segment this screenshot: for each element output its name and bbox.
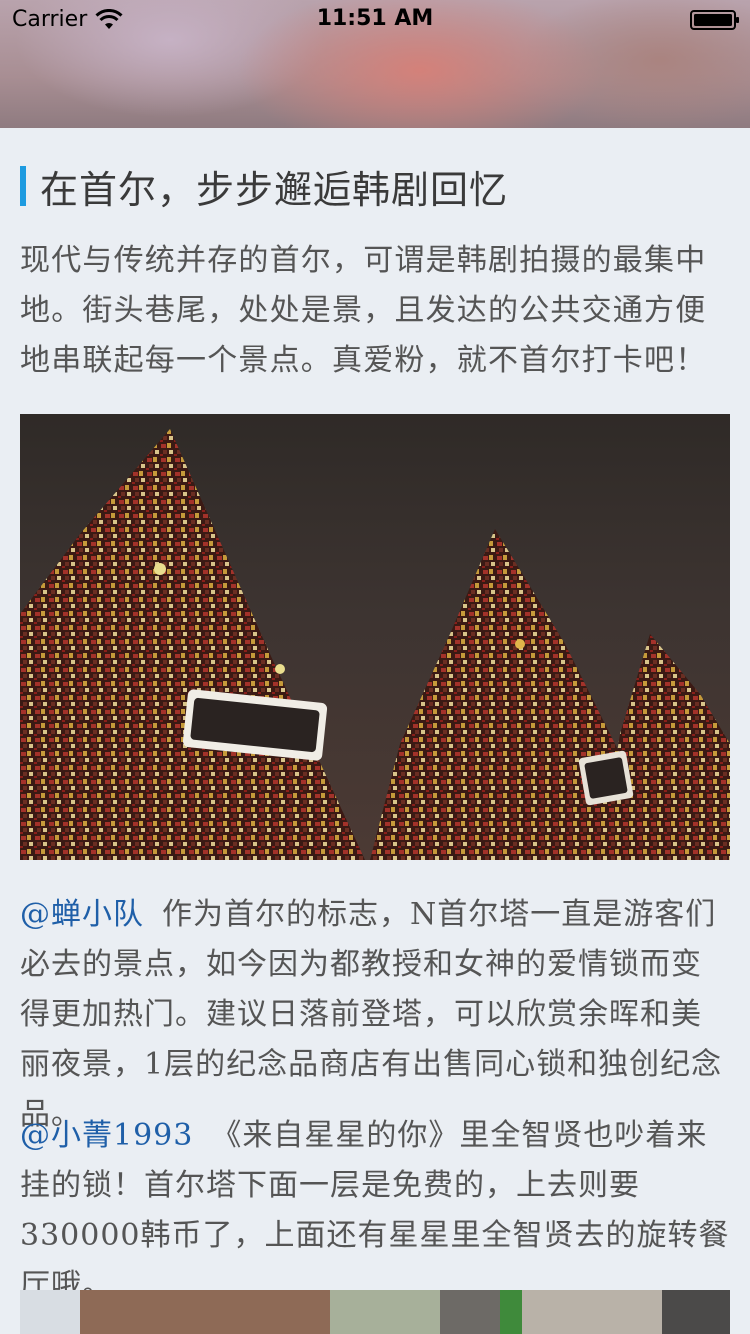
comment-user-link[interactable]: @蝉小队 xyxy=(20,897,144,932)
street-illustration xyxy=(20,1290,730,1334)
love-locks-photo[interactable] xyxy=(20,414,730,860)
status-time: 11:51 AM xyxy=(316,6,434,31)
article-intro: 现代与传统并存的首尔，可谓是韩剧拍摄的最集中地。街头巷尾，处处是景，且发达的公共… xyxy=(20,243,707,378)
article-title: 在首尔，步步邂逅韩剧回忆 xyxy=(40,167,509,212)
street-photo[interactable] xyxy=(20,1290,730,1334)
love-locks-illustration xyxy=(20,429,730,860)
article-title-row: 在首尔，步步邂逅韩剧回忆 xyxy=(20,160,730,212)
title-accent-bar xyxy=(20,166,26,206)
comment: @蝉小队 作为首尔的标志，N首尔塔一直是游客们必去的景点，如今因为都教授和女神的爱… xyxy=(20,890,732,1140)
comment-user-link[interactable]: @小菁1993 xyxy=(20,1118,193,1153)
comment-text: 作为首尔的标志，N首尔塔一直是游客们必去的景点，如今因为都教授和女神的爱情锁而变… xyxy=(20,897,723,1132)
comment: @小菁1993 《来自星星的你》里全智贤也吵着来挂的锁！首尔塔下面一层是免费的，上… xyxy=(20,1111,732,1311)
battery-icon xyxy=(690,10,739,30)
status-bar: Carrier 11:51 AM xyxy=(0,0,750,40)
